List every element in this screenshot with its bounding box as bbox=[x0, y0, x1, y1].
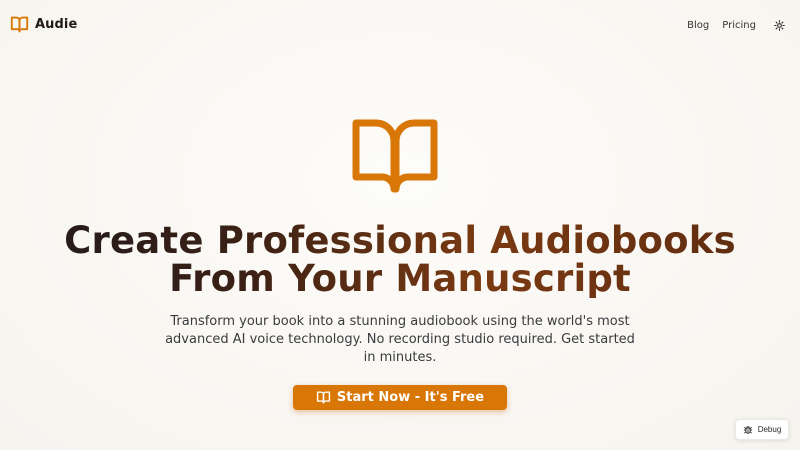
start-now-label: Start Now - It's Free bbox=[336, 390, 485, 405]
start-now-button[interactable]: Start Now - It's Free bbox=[293, 385, 507, 410]
hero-subtitle: Transform your book into a stunning audi… bbox=[165, 314, 635, 365]
hero-title-line-1: Create Professional Audiobooks bbox=[64, 219, 736, 262]
sun-icon bbox=[773, 16, 785, 35]
book-open-icon bbox=[316, 391, 331, 404]
landing-page: Audie Blog Pricing Create Professional A… bbox=[0, 0, 800, 450]
debug-label: Debug bbox=[757, 425, 782, 434]
book-open-icon bbox=[10, 16, 29, 33]
brand-home-link[interactable]: Audie bbox=[10, 16, 77, 33]
nav-link-blog[interactable]: Blog bbox=[687, 20, 709, 31]
hero-title: Create Professional Audiobooks From Your… bbox=[0, 222, 800, 298]
debug-button[interactable]: Debug bbox=[735, 419, 789, 440]
brand-name: Audie bbox=[35, 17, 78, 32]
nav-link-pricing[interactable]: Pricing bbox=[722, 20, 756, 31]
bug-icon bbox=[743, 425, 753, 435]
book-open-icon bbox=[352, 118, 438, 196]
theme-toggle-button[interactable] bbox=[772, 18, 786, 32]
hero-title-line-2: From Your Manuscript bbox=[169, 257, 631, 300]
top-nav: Blog Pricing bbox=[687, 18, 786, 32]
